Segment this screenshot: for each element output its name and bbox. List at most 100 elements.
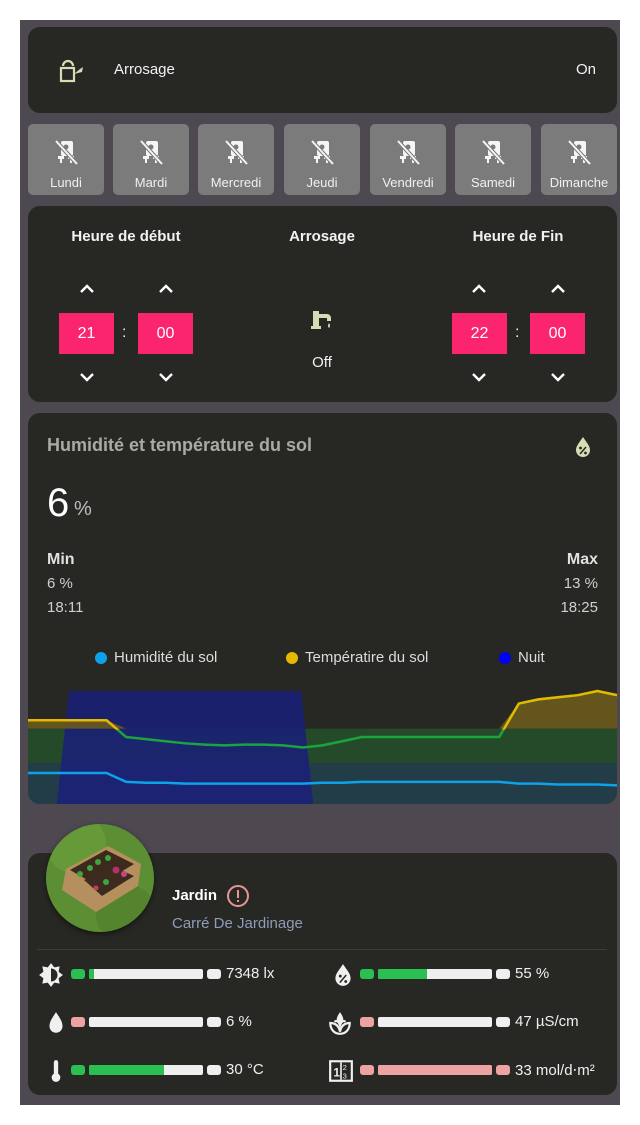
end-hour-input[interactable]: 22	[452, 313, 507, 354]
day-button-jeudi[interactable]: Jeudi	[284, 124, 360, 195]
sensor-value: 7348 lx	[226, 965, 275, 982]
svg-text:1: 1	[333, 1065, 340, 1079]
day-label: Mercredi	[210, 175, 262, 190]
sprout-drop-icon	[327, 1010, 353, 1041]
thermometer-icon	[43, 1058, 69, 1089]
start-hour-up-icon[interactable]	[77, 281, 97, 295]
legend-night[interactable]: Nuit	[499, 649, 545, 666]
status-indicator-high	[207, 1017, 221, 1027]
sensor-bar-fill	[89, 1065, 165, 1075]
day-button-dimanche[interactable]: Dimanche	[541, 124, 617, 195]
status-indicator-low	[71, 1017, 85, 1027]
day-button-lundi[interactable]: Lundi	[28, 124, 104, 195]
plant-divider	[37, 949, 607, 950]
plant-sensor-sprout-drop[interactable]: 47 µS/cm	[360, 1013, 620, 1030]
sensor-bar-track	[89, 1017, 203, 1027]
counter-icon: 123	[328, 1058, 354, 1089]
day-button-mardi[interactable]: Mardi	[113, 124, 189, 195]
sensor-unit: %	[74, 498, 92, 520]
sensor-title: Humidité et température du sol	[47, 435, 313, 455]
svg-text:2: 2	[343, 1063, 347, 1072]
legend-temperature-label: Températire du sol	[305, 649, 429, 666]
legend-humidity-label: Humidité du sol	[114, 649, 218, 666]
calendar-off-icon	[396, 139, 421, 166]
plant-sensor-brightness[interactable]: 7348 lx	[71, 965, 331, 982]
legend-temperature[interactable]: Températire du sol	[286, 649, 428, 666]
start-minute-down-icon[interactable]	[156, 370, 176, 384]
day-button-vendredi[interactable]: Vendredi	[370, 124, 446, 195]
status-indicator-high	[496, 1065, 510, 1075]
calendar-off-icon	[224, 139, 249, 166]
sensor-bar-fill	[378, 969, 428, 979]
end-hour-down-icon[interactable]	[469, 370, 489, 384]
day-label: Vendredi	[382, 175, 434, 190]
watering-title: Arrosage	[289, 228, 355, 245]
brightness-icon	[38, 962, 64, 993]
plant-species: Carré De Jardinage	[172, 915, 303, 932]
svg-text:3: 3	[343, 1072, 347, 1081]
sensor-bar-track	[378, 969, 492, 979]
plant-sensor-counter[interactable]: 33 mol/d⋅m²	[360, 1062, 620, 1079]
legend-temperature-dot	[286, 651, 298, 664]
water-percent-icon	[576, 437, 590, 457]
night-area	[56, 691, 314, 804]
water-drop-icon	[43, 1010, 69, 1041]
watering-toggle-label: Arrosage	[114, 61, 175, 78]
calendar-off-icon	[310, 139, 335, 166]
status-indicator-low	[71, 969, 85, 979]
max-value: 13 %	[563, 575, 598, 592]
start-hour-down-icon[interactable]	[77, 370, 97, 384]
plant-sensor-water-drop[interactable]: 6 %	[71, 1013, 331, 1030]
watering-can-icon	[59, 59, 83, 83]
end-minute-down-icon[interactable]	[548, 370, 568, 384]
min-value: 6 %	[47, 575, 73, 592]
start-time-separator: :	[122, 324, 127, 341]
plant-sensor-water-percent[interactable]: 55 %	[360, 965, 620, 982]
soil-sensor-card[interactable]	[28, 413, 617, 804]
sensor-value: 55 %	[515, 965, 550, 982]
legend-night-dot	[499, 651, 511, 664]
soil-chart	[28, 689, 617, 804]
sensor-value: 30 °C	[226, 1061, 264, 1078]
day-label: Jeudi	[306, 175, 338, 190]
plant-name: Jardin	[172, 887, 218, 904]
end-time-title: Heure de Fin	[472, 228, 564, 245]
status-indicator-low	[360, 969, 374, 979]
status-indicator-high	[207, 1065, 221, 1075]
sensor-value: 6 %	[226, 1013, 252, 1030]
legend-humidity[interactable]: Humidité du sol	[95, 649, 217, 666]
end-time-separator: :	[515, 324, 520, 341]
sensor-value: 33 mol/d⋅m²	[515, 1062, 595, 1079]
water-pump-icon[interactable]	[309, 306, 335, 332]
sensor-bar-track	[89, 969, 203, 979]
status-indicator-high	[207, 969, 221, 979]
sensor-value: 47 µS/cm	[515, 1013, 579, 1030]
end-hour-up-icon[interactable]	[469, 281, 489, 295]
day-button-samedi[interactable]: Samedi	[455, 124, 531, 195]
calendar-off-icon	[481, 139, 506, 166]
status-indicator-low	[71, 1065, 85, 1075]
watering-toggle-state[interactable]: On	[576, 61, 596, 78]
alert-circle-icon[interactable]	[226, 884, 250, 908]
water-percent-icon	[330, 962, 356, 993]
status-indicator-low	[360, 1017, 374, 1027]
sensor-value: 6	[47, 481, 70, 525]
plant-sensor-thermometer[interactable]: 30 °C	[71, 1061, 331, 1078]
legend-night-label: Nuit	[518, 649, 545, 666]
end-minute-up-icon[interactable]	[548, 281, 568, 295]
calendar-off-icon	[567, 139, 592, 166]
legend-humidity-dot	[95, 651, 107, 664]
start-minute-input[interactable]: 00	[138, 313, 193, 354]
max-label: Max	[566, 551, 598, 568]
start-hour-input[interactable]: 21	[59, 313, 114, 354]
start-minute-up-icon[interactable]	[156, 281, 176, 295]
end-minute-input[interactable]: 00	[530, 313, 585, 354]
sensor-bar-fill	[378, 1065, 492, 1075]
day-button-mercredi[interactable]: Mercredi	[198, 124, 274, 195]
sensor-bar-track	[378, 1017, 492, 1027]
day-label: Mardi	[134, 175, 168, 190]
min-label: Min	[47, 551, 75, 568]
max-time: 18:25	[560, 599, 598, 616]
status-indicator-high	[496, 969, 510, 979]
min-time: 18:11	[47, 599, 84, 616]
